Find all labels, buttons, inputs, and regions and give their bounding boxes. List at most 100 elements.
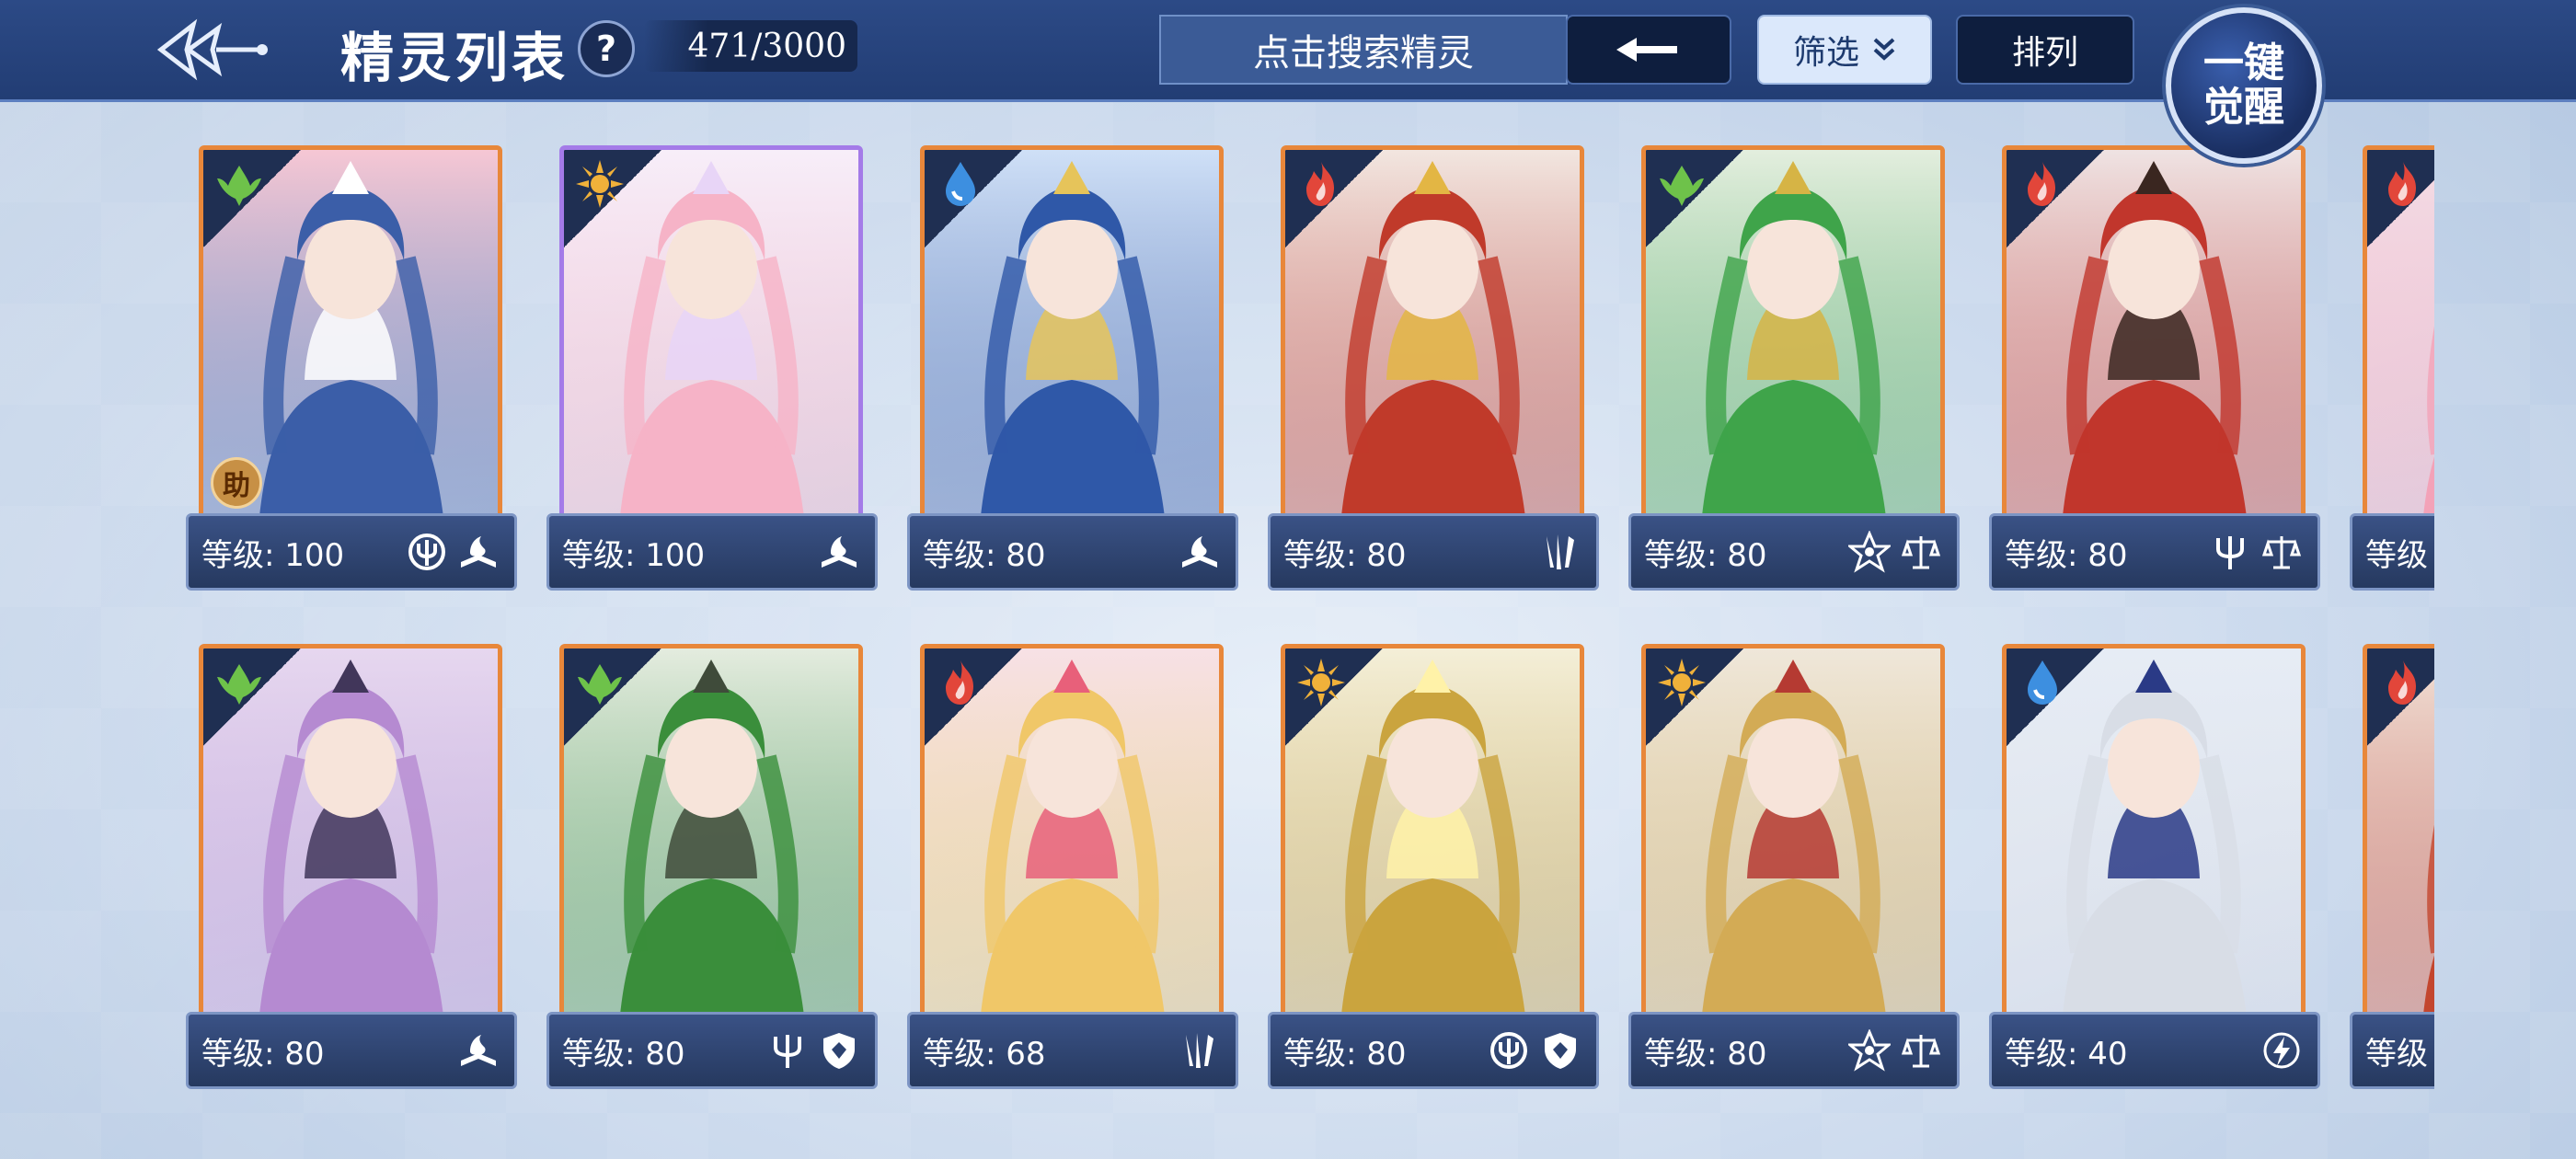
spirit-card[interactable]: 等级: 80 — [1628, 145, 1960, 594]
card-info-bar: 等级: 80 — [546, 1012, 878, 1089]
page-title: 精灵列表 — [340, 27, 569, 89]
spirit-level: 等级: 100 — [201, 536, 345, 574]
star-emblem-icon — [1846, 529, 1892, 575]
spirit-card[interactable]: 等级: 80 — [1989, 145, 2320, 594]
fire-element-icon — [932, 654, 989, 711]
trait-icons — [1537, 529, 1583, 575]
spirit-card[interactable]: 助 等级: 100 — [186, 145, 517, 594]
book-icon — [1177, 529, 1223, 575]
fire-element-icon — [2014, 155, 2071, 212]
card-row-1: 助 等级: 100 等级: 100 等级: 80 等级: 80 等级: 80 等… — [0, 145, 2434, 605]
arrow-left-icon — [1616, 38, 1677, 62]
spirit-card[interactable]: 等级: 80 — [1268, 644, 1599, 1093]
help-button[interactable]: ? — [578, 20, 635, 77]
trait-icons — [2207, 529, 2305, 575]
spirit-level: 等级 — [2365, 1035, 2428, 1073]
card-artwork — [2002, 145, 2306, 530]
card-info-bar: 等级: 80 — [186, 1012, 517, 1089]
spirit-card[interactable]: 等级: 80 — [907, 145, 1238, 594]
card-artwork — [2363, 644, 2434, 1028]
spirit-level: 等级: 80 — [923, 536, 1046, 574]
book-icon — [455, 529, 501, 575]
book-icon — [455, 1027, 501, 1073]
water-element-icon — [932, 155, 989, 212]
spirit-card[interactable]: 等级: 40 — [1989, 644, 2320, 1093]
scales-icon — [1898, 1027, 1944, 1073]
spirit-level: 等级: 100 — [562, 536, 706, 574]
card-info-bar: 等级: 80 — [1628, 513, 1960, 591]
trait-icons — [765, 1027, 862, 1073]
spirit-card[interactable]: 等级 — [2350, 644, 2434, 1093]
trait-icons — [816, 529, 862, 575]
grass-element-icon — [571, 654, 628, 711]
trait-icons — [1177, 529, 1223, 575]
claw-icon — [1537, 529, 1583, 575]
card-info-bar: 等级: 80 — [907, 513, 1238, 591]
sort-button[interactable]: 排列 — [1956, 15, 2134, 85]
trident-icon — [2207, 529, 2253, 575]
card-artwork — [199, 644, 502, 1028]
card-info-bar: 等级: 40 — [1989, 1012, 2320, 1089]
scales-icon — [1898, 529, 1944, 575]
spirit-card[interactable]: 等级: 80 — [1268, 145, 1599, 594]
spirit-card[interactable]: 等级: 68 — [907, 644, 1238, 1093]
grass-element-icon — [211, 654, 268, 711]
card-row-2: 等级: 80 等级: 80 等级: 68 等级: 80 等级: 80 等级: 4… — [0, 644, 2434, 1104]
card-artwork — [559, 145, 863, 530]
lightning-icon — [2259, 1027, 2305, 1073]
card-info-bar: 等级: 100 — [546, 513, 878, 591]
spirit-card[interactable]: 等级: 80 — [186, 644, 517, 1093]
spirit-card[interactable]: 等级: 100 — [546, 145, 878, 594]
card-info-bar: 等级: 80 — [1628, 1012, 1960, 1089]
back-button[interactable] — [147, 13, 276, 86]
spirit-level: 等级: 80 — [2005, 536, 2128, 574]
card-artwork — [1641, 145, 1945, 530]
card-info-bar: 等级: 68 — [907, 1012, 1238, 1089]
spirit-level: 等级: 80 — [1283, 1035, 1407, 1073]
spirit-level: 等级 — [2365, 536, 2428, 574]
trait-icons — [2259, 1027, 2305, 1073]
awaken-label-1: 一键 — [2203, 39, 2284, 86]
fire-element-icon — [2375, 155, 2432, 212]
awaken-label-2: 觉醒 — [2203, 84, 2284, 131]
card-artwork — [1281, 644, 1584, 1028]
card-info-bar: 等级 — [2350, 513, 2434, 591]
card-info-bar: 等级: 80 — [1989, 513, 2320, 591]
spirit-card[interactable]: 等级 — [2350, 145, 2434, 594]
card-info-bar: 等级 — [2350, 1012, 2434, 1089]
trait-icons — [455, 1027, 501, 1073]
spirit-level: 等级: 80 — [562, 1035, 685, 1073]
search-back-button[interactable] — [1566, 15, 1731, 85]
chevron-double-down-icon — [1873, 38, 1895, 61]
trait-icons — [1846, 529, 1944, 575]
grass-element-icon — [1653, 155, 1710, 212]
card-artwork: 助 — [199, 145, 502, 530]
spirit-card[interactable]: 等级: 80 — [1628, 644, 1960, 1093]
assist-badge: 助 — [211, 457, 262, 509]
trait-icons — [1177, 1027, 1223, 1073]
filter-label: 筛选 — [1792, 34, 1859, 72]
card-artwork — [2002, 644, 2306, 1028]
one-click-awaken-button[interactable]: 一键 觉醒 — [2166, 7, 2322, 164]
card-artwork — [1641, 644, 1945, 1028]
spirit-level: 等级: 40 — [2005, 1035, 2128, 1073]
card-artwork — [559, 644, 863, 1028]
trait-icons — [1846, 1027, 1944, 1073]
light-element-icon — [1653, 654, 1710, 711]
spirit-count: 471/3000 — [644, 20, 857, 72]
search-input[interactable]: 点击搜索精灵 — [1159, 15, 1568, 85]
trait-icons — [1486, 1027, 1583, 1073]
filter-button[interactable]: 筛选 — [1757, 15, 1932, 85]
light-element-icon — [571, 155, 628, 212]
trident-shield-icon — [1486, 1027, 1532, 1073]
card-info-bar: 等级: 80 — [1268, 513, 1599, 591]
fire-element-icon — [2375, 654, 2432, 711]
spirit-card[interactable]: 等级: 80 — [546, 644, 878, 1093]
scales-icon — [2259, 529, 2305, 575]
spirit-level: 等级: 80 — [1644, 1035, 1767, 1073]
trait-icons — [404, 529, 501, 575]
spirit-level: 等级: 68 — [923, 1035, 1046, 1073]
card-artwork — [1281, 145, 1584, 530]
card-artwork — [2363, 145, 2434, 530]
trident-icon — [765, 1027, 811, 1073]
